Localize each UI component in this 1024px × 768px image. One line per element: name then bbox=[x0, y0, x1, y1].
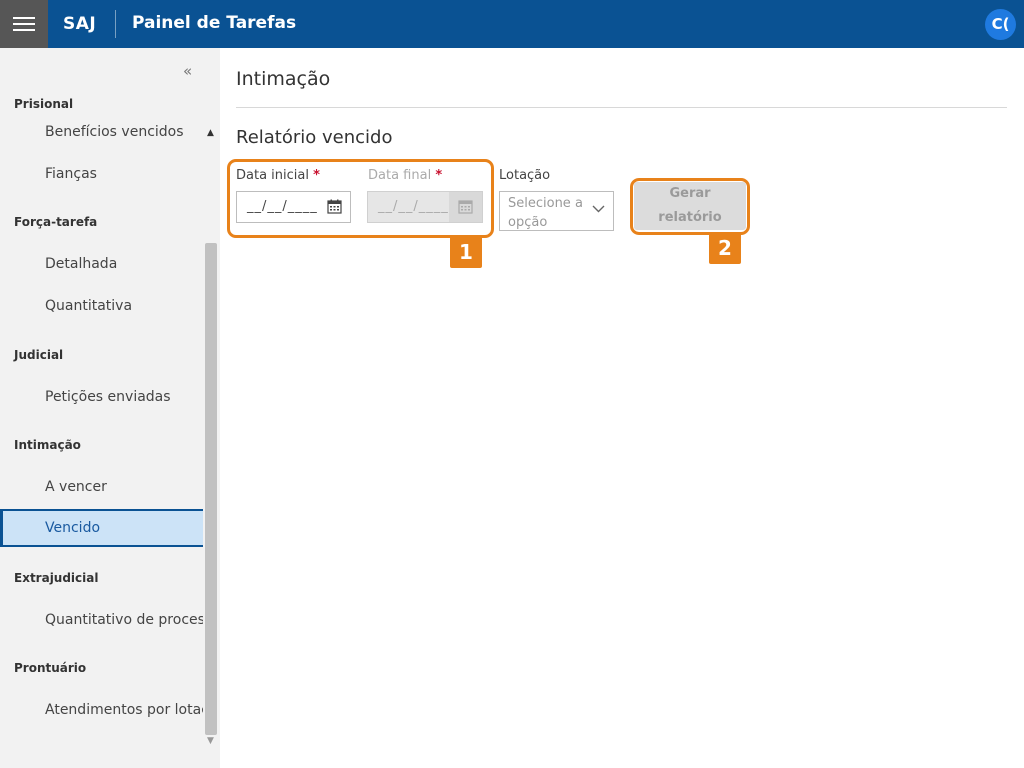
sidebar-item-peticoes-enviadas[interactable]: Petições enviadas bbox=[0, 378, 203, 416]
sidebar-item-detalhada[interactable]: Detalhada bbox=[0, 245, 203, 283]
chevron-down-icon bbox=[592, 205, 605, 213]
sidebar-group-prontuario: Prontuário bbox=[14, 661, 87, 675]
sidebar-item-beneficios-vencidos[interactable]: Benefícios vencidos bbox=[0, 113, 203, 151]
sidebar: « Prisional Benefícios vencidos Fianças … bbox=[0, 48, 220, 768]
sidebar-item-vencido[interactable]: Vencido bbox=[0, 509, 203, 547]
page-title: Intimação bbox=[236, 68, 331, 90]
sidebar-item-quantitativa[interactable]: Quantitativa bbox=[0, 287, 203, 325]
sidebar-scrollbar[interactable] bbox=[205, 243, 217, 735]
callout-highlight-date-fields bbox=[227, 159, 494, 238]
brand-logo[interactable]: SAJ bbox=[63, 0, 96, 48]
title-divider bbox=[236, 107, 1007, 108]
section-title: Relatório vencido bbox=[236, 127, 393, 148]
lotacao-select[interactable]: Selecione a opção bbox=[499, 191, 614, 231]
sidebar-group-prisional: Prisional bbox=[14, 97, 74, 111]
lotacao-label: Lotação bbox=[499, 168, 551, 183]
sidebar-group-extrajudicial: Extrajudicial bbox=[14, 571, 99, 585]
sidebar-item-fiancas[interactable]: Fianças bbox=[0, 155, 203, 193]
app-title: Painel de Tarefas bbox=[132, 13, 297, 33]
callout-highlight-generate-button bbox=[630, 178, 750, 235]
header-divider bbox=[115, 10, 116, 38]
collapse-sidebar-icon[interactable]: « bbox=[183, 62, 192, 80]
callout-badge-1: 1 bbox=[450, 236, 482, 268]
sidebar-group-judicial: Judicial bbox=[14, 348, 64, 362]
sidebar-group-forca-tarefa: Força-tarefa bbox=[14, 215, 98, 229]
scroll-down-arrow-icon[interactable]: ▼ bbox=[207, 736, 214, 746]
hamburger-menu-icon[interactable] bbox=[0, 0, 48, 48]
sidebar-item-quantitativo-de-processo[interactable]: Quantitativo de processo bbox=[0, 601, 203, 639]
sidebar-group-intimacao: Intimação bbox=[14, 438, 81, 452]
sidebar-item-a-vencer[interactable]: A vencer bbox=[0, 468, 203, 506]
top-bar: SAJ Painel de Tarefas C( bbox=[0, 0, 1024, 48]
lotacao-placeholder: Selecione a opção bbox=[508, 196, 583, 230]
sidebar-item-atendimentos-por-lotacao[interactable]: Atendimentos por lotação bbox=[0, 691, 203, 729]
user-avatar[interactable]: C( bbox=[985, 9, 1016, 40]
scroll-up-arrow-icon[interactable]: ▲ bbox=[207, 128, 214, 138]
callout-badge-2: 2 bbox=[709, 232, 741, 264]
